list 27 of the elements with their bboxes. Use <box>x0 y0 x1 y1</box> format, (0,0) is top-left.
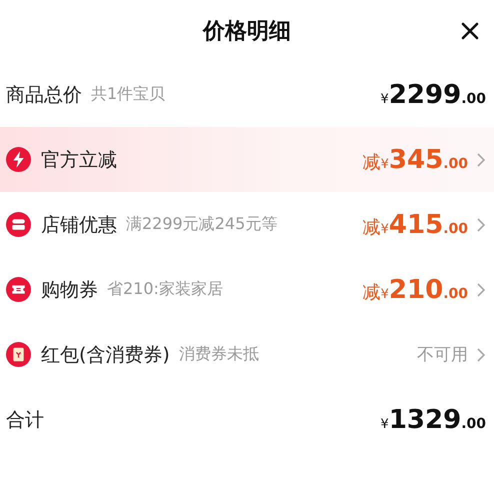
row-note: 满2299元减245元等 <box>126 214 278 235</box>
row-note: 消费券未抵 <box>178 344 259 365</box>
total-amount: ¥1329.00 <box>380 404 486 434</box>
row-note: 共1件宝贝 <box>91 84 166 105</box>
status-text: 不可用 <box>417 344 468 366</box>
total-label: 合计 <box>6 408 44 432</box>
subtotal-amount: ¥2299.00 <box>380 80 486 110</box>
row-label: 店铺优惠 <box>41 212 117 238</box>
chevron-icon[interactable] <box>476 152 486 168</box>
discount-amount: 减¥415.00 <box>362 210 468 240</box>
chevron-icon[interactable] <box>476 216 486 232</box>
close-icon[interactable] <box>460 21 480 41</box>
chevron-icon[interactable] <box>476 346 486 362</box>
sheet-title: 价格明细 <box>203 18 291 46</box>
discount-amount: 减¥345.00 <box>362 144 468 174</box>
discount-amount: 减¥210.00 <box>362 274 468 304</box>
ticket-icon <box>6 277 31 302</box>
envelope-icon <box>6 342 31 367</box>
shop-icon <box>6 212 31 237</box>
row-label: 商品总价 <box>6 82 82 108</box>
row-note: 省210:家装家居 <box>107 279 223 300</box>
highlight-row[interactable]: 官方立减 减¥345.00 <box>0 127 494 192</box>
row-label: 红包(含消费券) <box>41 342 170 368</box>
row-label: 购物券 <box>41 278 98 302</box>
lightning-icon <box>6 147 31 172</box>
chevron-icon[interactable] <box>476 282 486 298</box>
row-label: 官方立减 <box>41 148 117 172</box>
